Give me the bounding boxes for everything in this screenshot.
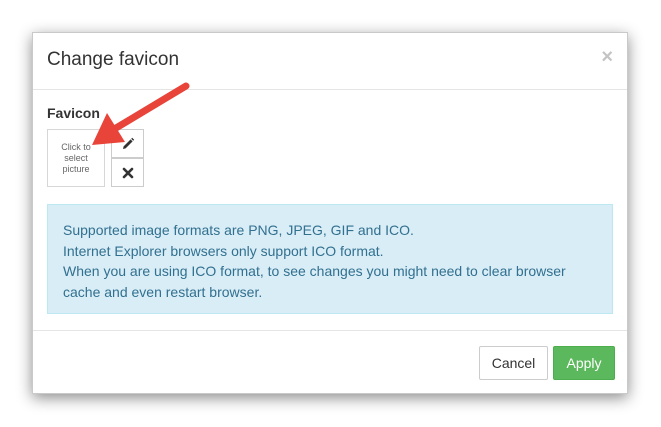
dialog-header: Change favicon × [33, 33, 627, 90]
edit-picture-button[interactable] [111, 129, 144, 158]
select-picture-button[interactable]: Click to select picture [47, 129, 105, 187]
info-line-cache: When you are using ICO format, to see ch… [63, 263, 566, 300]
apply-button[interactable]: Apply [553, 346, 615, 380]
remove-x-icon [122, 167, 133, 178]
close-icon[interactable]: × [601, 46, 613, 68]
dialog-title: Change favicon [47, 49, 180, 70]
select-picture-text: Click to select picture [61, 141, 91, 174]
change-favicon-dialog: Change favicon × Favicon Click to select… [32, 32, 628, 394]
remove-picture-button[interactable] [111, 158, 144, 187]
info-alert: Supported image formats are PNG, JPEG, G… [47, 204, 613, 314]
dialog-footer: Cancel Apply [33, 330, 627, 393]
info-line-formats: Supported image formats are PNG, JPEG, G… [63, 222, 414, 238]
pencil-icon [122, 137, 134, 149]
cancel-button[interactable]: Cancel [479, 346, 548, 380]
favicon-label: Favicon [47, 105, 100, 121]
info-line-ie: Internet Explorer browsers only support … [63, 242, 384, 259]
